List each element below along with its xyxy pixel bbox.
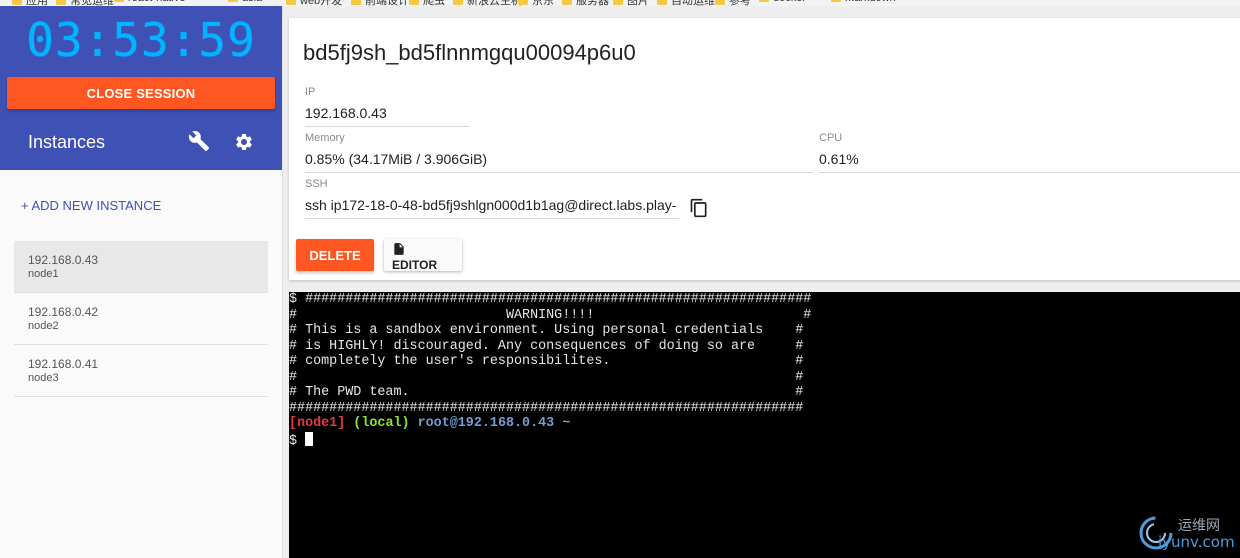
bookmark-label: 前端设计 — [365, 0, 409, 6]
close-session-button[interactable]: CLOSE SESSION — [7, 77, 275, 109]
bookmark-label: react-native — [128, 0, 185, 4]
memory-label: Memory — [305, 132, 345, 144]
bookmark-item[interactable]: 图片 — [613, 0, 649, 6]
cpu-value[interactable]: 0.61% — [819, 150, 1240, 173]
folder-icon — [453, 0, 463, 6]
bookmark-label: 参考 — [729, 0, 751, 6]
bookmark-item[interactable]: web开发 — [286, 0, 342, 6]
ip-value[interactable]: 192.168.0.43 — [305, 104, 469, 127]
bookmark-label: 爬虫 — [423, 0, 445, 6]
ssh-value[interactable]: ssh ip172-18-0-48-bd5fj9shlgn000d1b1ag@d… — [305, 196, 679, 219]
folder-icon — [351, 0, 361, 6]
instance-ip: 192.168.0.41 — [28, 357, 99, 371]
terminal-line: # The PWD team. # — [289, 385, 804, 400]
bookmark-label: 图片 — [627, 0, 649, 6]
folder-icon — [286, 0, 296, 6]
folder-icon — [409, 0, 419, 6]
instance-item-node1[interactable]: 192.168.0.43 node1 — [14, 241, 268, 293]
instance-title: bd5fj9sh_bd5flnnmgqu00094p6u0 — [303, 40, 636, 65]
instances-title: Instances — [28, 132, 106, 152]
terminal-line: # completely the user's responsibilites.… — [289, 354, 804, 369]
folder-icon — [114, 0, 124, 3]
folder-icon — [759, 0, 769, 3]
bookmark-label: markdown — [845, 0, 896, 4]
watermark: 运维网 iyunv.com — [1136, 511, 1240, 555]
terminal-line: $ ######################################… — [289, 292, 812, 307]
bookmark-item[interactable]: docker — [759, 0, 806, 4]
prompt-local: (local) — [353, 416, 410, 431]
bookmark-item[interactable]: 前端设计 — [351, 0, 409, 6]
session-timer: 03:53:59 — [26, 13, 256, 67]
file-icon — [394, 243, 404, 255]
terminal-line: ########################################… — [289, 400, 804, 416]
folder-icon — [715, 0, 725, 6]
memory-value[interactable]: 0.85% (34.17MiB / 3.906GiB) — [305, 150, 813, 173]
terminal-output: $ ######################################… — [289, 292, 811, 449]
instance-list: 192.168.0.43 node1 192.168.0.42 node2 192.16… — [14, 241, 268, 397]
bookmark-item[interactable]: 爬虫 — [409, 0, 445, 6]
sidebar-header: 03:53:59 CLOSE SESSION Instances — [0, 6, 282, 170]
ip-label: IP — [305, 86, 316, 98]
instance-name: node2 — [28, 320, 59, 332]
folder-icon — [831, 0, 841, 3]
instance-details-card: bd5fj9sh_bd5flnnmgqu00094p6u0 IP 192.168… — [289, 18, 1240, 280]
instance-ip: 192.168.0.43 — [28, 253, 99, 267]
folder-icon — [56, 0, 66, 6]
gear-icon[interactable] — [234, 132, 254, 152]
prompt-user: root@192.168.0.43 ~ — [417, 416, 571, 431]
prompt-node: [node1] — [289, 416, 346, 431]
editor-button-label: EDITOR — [392, 258, 438, 272]
bookmark-item[interactable]: 自动运维 — [657, 0, 715, 6]
instance-name: node1 — [28, 268, 59, 280]
add-new-instance-link[interactable]: + ADD NEW INSTANCE — [21, 198, 161, 213]
ssh-label: SSH — [305, 178, 328, 190]
folder-icon — [518, 0, 528, 6]
bookmark-label: 服务器 — [576, 0, 609, 6]
bookmark-item[interactable]: react-native — [114, 0, 185, 4]
watermark-url-text: iyunv.com — [1158, 533, 1235, 551]
folder-icon — [657, 0, 667, 6]
editor-button[interactable]: EDITOR — [384, 239, 462, 272]
bookmark-label: asia — [242, 0, 262, 4]
terminal-line: # # — [289, 369, 804, 385]
bookmark-item[interactable]: 新浪云主机 — [453, 0, 522, 6]
bookmark-item[interactable]: 服务器 — [562, 0, 609, 6]
bookmark-label: 自动运维 — [671, 0, 715, 6]
bookmark-item[interactable]: 京东 — [518, 0, 554, 6]
instance-item-node3[interactable]: 192.168.0.41 node3 — [14, 345, 268, 397]
terminal-line: # WARNING!!!! # — [289, 307, 812, 323]
delete-button[interactable]: DELETE — [296, 239, 374, 271]
bookmark-label: docker — [773, 0, 806, 4]
terminal[interactable]: $ ######################################… — [289, 292, 1240, 558]
instance-name: node3 — [28, 372, 59, 384]
folder-icon — [12, 0, 22, 6]
bookmark-label: 新浪云主机 — [467, 0, 522, 6]
bookmark-item[interactable]: 参考 — [715, 0, 751, 6]
copy-icon[interactable] — [689, 197, 709, 219]
cpu-label: CPU — [819, 132, 843, 144]
instance-ip: 192.168.0.42 — [28, 305, 99, 319]
terminal-input-line[interactable]: $ — [289, 431, 811, 450]
sidebar: 03:53:59 CLOSE SESSION Instances + ADD N… — [0, 6, 283, 558]
terminal-line: # This is a sandbox environment. Using p… — [289, 323, 804, 338]
terminal-line: # is HIGHLY! discouraged. Any consequenc… — [289, 338, 804, 354]
prompt-symbol: $ — [289, 433, 298, 449]
folder-icon — [228, 0, 238, 3]
terminal-prompt: [node1] (local) root@192.168.0.43 ~ — [289, 416, 811, 432]
bookmark-item[interactable]: asia — [228, 0, 262, 4]
bookmark-label: 京东 — [532, 0, 554, 6]
bookmark-item[interactable]: markdown — [831, 0, 896, 4]
folder-icon — [613, 0, 623, 6]
terminal-cursor — [305, 431, 314, 446]
watermark-cn-text: 运维网 — [1178, 518, 1220, 534]
folder-icon — [562, 0, 572, 6]
wrench-icon[interactable] — [188, 130, 210, 152]
bookmark-label: web开发 — [300, 0, 343, 6]
instance-item-node2[interactable]: 192.168.0.42 node2 — [14, 293, 268, 345]
